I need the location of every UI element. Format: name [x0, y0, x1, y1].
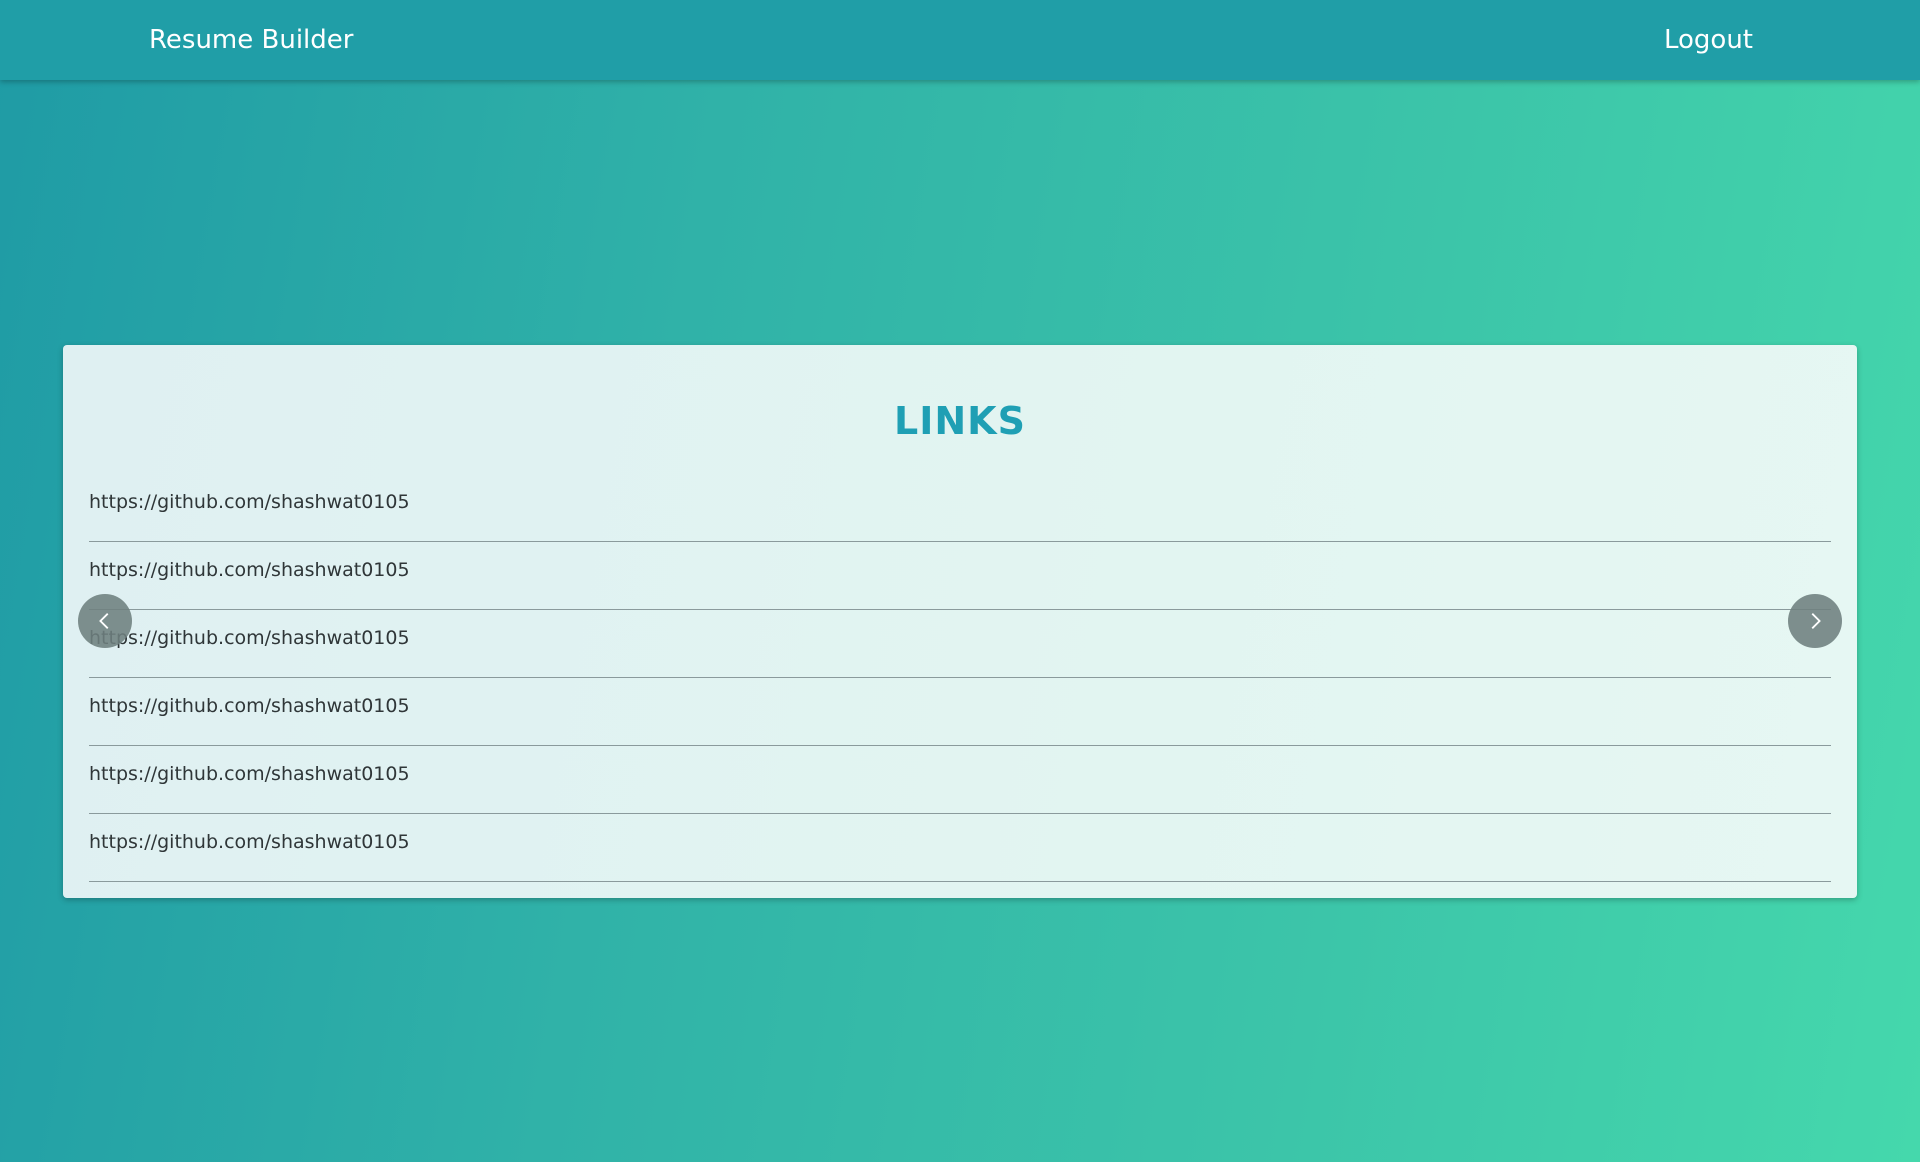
app-brand[interactable]: Resume Builder	[149, 22, 353, 58]
link-item[interactable]: https://github.com/shashwat0105	[89, 815, 1831, 882]
links-list: https://github.com/shashwat0105 https://…	[89, 475, 1831, 883]
carousel-prev-button[interactable]	[78, 594, 132, 648]
link-item[interactable]: https://github.com/shashwat0105	[89, 747, 1831, 814]
link-item[interactable]: https://github.com/shashwat0105	[89, 475, 1831, 542]
link-text[interactable]: https://github.com/shashwat0105	[89, 761, 410, 787]
link-item[interactable]: https://github.com/shashwat0105	[89, 543, 1831, 610]
link-text[interactable]: https://github.com/shashwat0105	[89, 625, 410, 651]
chevron-left-icon	[99, 613, 109, 629]
link-item[interactable]: https://github.com/shashwat0105	[89, 679, 1831, 746]
link-item[interactable]: https://github.com/shashwat0105	[89, 611, 1831, 678]
link-text[interactable]: https://github.com/shashwat0105	[89, 557, 410, 583]
carousel-next-button[interactable]	[1788, 594, 1842, 648]
logout-button[interactable]: Logout	[1664, 22, 1753, 58]
links-card: LINKS https://github.com/shashwat0105 ht…	[63, 345, 1857, 898]
link-text[interactable]: https://github.com/shashwat0105	[89, 829, 410, 855]
link-text[interactable]: https://github.com/shashwat0105	[89, 489, 410, 515]
section-title: LINKS	[894, 399, 1026, 443]
top-navbar: Resume Builder Logout	[0, 0, 1920, 80]
chevron-right-icon	[1811, 613, 1821, 629]
link-text[interactable]: https://github.com/shashwat0105	[89, 693, 410, 719]
